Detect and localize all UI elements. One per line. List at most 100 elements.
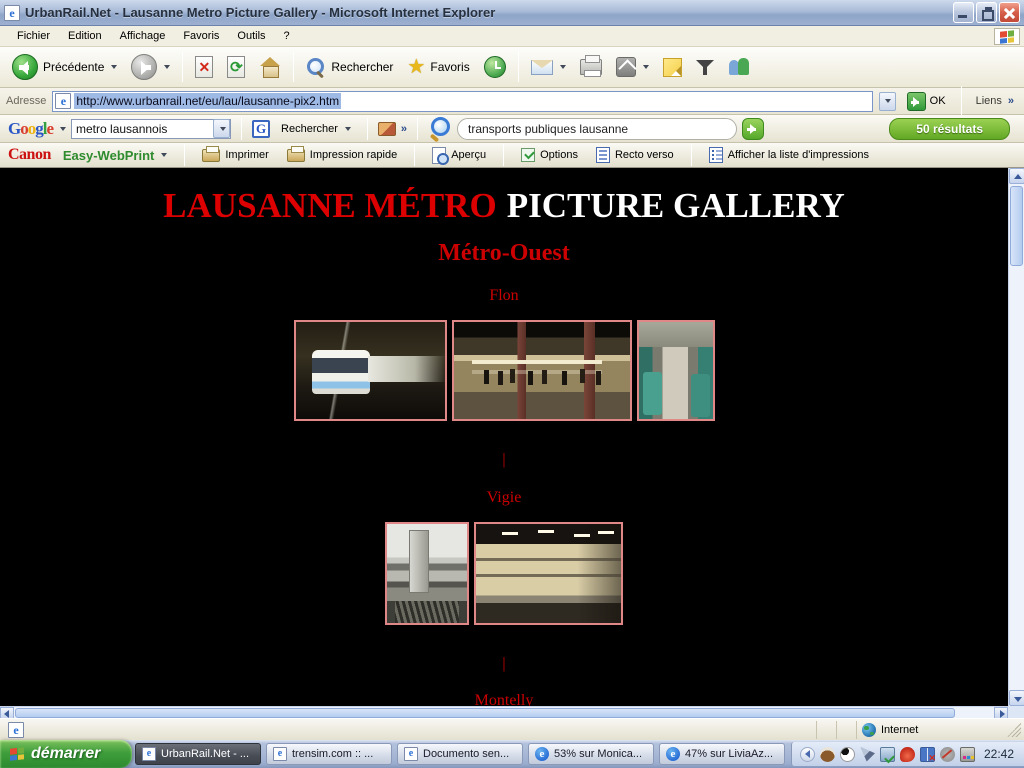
- links-menu[interactable]: Liens »: [972, 95, 1018, 107]
- task-documento[interactable]: e Documento sen...: [397, 743, 523, 765]
- forward-button[interactable]: [125, 50, 176, 84]
- zone-label: Internet: [881, 724, 918, 736]
- note-icon: [663, 58, 682, 77]
- close-button[interactable]: [999, 2, 1020, 23]
- google-toolbar: Google metro lausannois G Rechercher » t…: [0, 115, 1024, 143]
- windows-logo: [994, 28, 1020, 45]
- print-list-button[interactable]: Afficher la liste d'impressions: [703, 145, 875, 165]
- toolbar-separator: [293, 52, 294, 82]
- photo-flon-interior: [637, 320, 715, 421]
- back-label: Précédente: [43, 60, 104, 74]
- google-search-label: Rechercher: [281, 123, 338, 135]
- address-dropdown-button[interactable]: [879, 92, 896, 111]
- back-button[interactable]: Précédente: [6, 50, 123, 84]
- google-chevron-icon[interactable]: »: [401, 123, 407, 135]
- horizontal-scrollbar[interactable]: [0, 706, 1008, 718]
- google-news-icon[interactable]: [378, 122, 396, 136]
- toolbar-separator: [691, 144, 692, 166]
- quick-print-button[interactable]: Impression rapide: [281, 147, 403, 164]
- mail-dropdown-icon: [560, 65, 566, 69]
- history-button[interactable]: [478, 52, 512, 82]
- edit-button[interactable]: [610, 53, 655, 81]
- start-button[interactable]: démarrer: [0, 740, 132, 768]
- favicon-ie-page-icon: e: [55, 93, 71, 109]
- print-list-icon: [709, 147, 723, 163]
- scroll-up-button[interactable]: [1009, 168, 1024, 184]
- ie-page-icon: e: [273, 747, 287, 761]
- menu-edition[interactable]: Edition: [59, 27, 111, 45]
- home-button[interactable]: [253, 53, 287, 81]
- menu-favoris[interactable]: Favoris: [174, 27, 228, 45]
- toolbar-separator: [417, 118, 418, 140]
- google-query-dropdown[interactable]: [213, 119, 230, 138]
- menu-outils[interactable]: Outils: [228, 27, 274, 45]
- tray-collapse-button[interactable]: [800, 747, 815, 762]
- research-button[interactable]: [690, 54, 720, 80]
- preview-button[interactable]: Aperçu: [426, 145, 492, 166]
- pointer-tray-icon[interactable]: [860, 747, 875, 762]
- task-urbanrail[interactable]: e UrbanRail.Net - ...: [135, 743, 261, 765]
- print-button[interactable]: [574, 55, 608, 79]
- ie-e-icon: e: [666, 747, 680, 761]
- refresh-button[interactable]: ⟳: [221, 52, 251, 82]
- download-manager-icon[interactable]: [900, 747, 915, 762]
- java-tray-icon[interactable]: [820, 747, 835, 762]
- panda-antivirus-icon[interactable]: [840, 747, 855, 762]
- duplex-icon: [596, 147, 610, 163]
- url-text-selected[interactable]: http://www.urbanrail.net/eu/lau/lausanne…: [74, 93, 341, 109]
- google-search-input[interactable]: metro lausannois: [71, 119, 231, 139]
- address-input[interactable]: e http://www.urbanrail.net/eu/lau/lausan…: [52, 91, 872, 112]
- scrollbar-corner: [1008, 706, 1024, 718]
- print-button-canon[interactable]: Imprimer: [196, 147, 274, 164]
- task-download-livia[interactable]: e 47% sur LiviaAz...: [659, 743, 785, 765]
- search-button[interactable]: Rechercher: [300, 53, 399, 81]
- page-title-red: LAUSANNE MÉTRO: [163, 186, 497, 225]
- discuss-button[interactable]: [657, 54, 688, 81]
- toolbar-separator: [241, 118, 242, 140]
- resize-grip[interactable]: [1007, 723, 1021, 737]
- stop-button[interactable]: ✕: [189, 52, 219, 82]
- restore-button[interactable]: [976, 2, 997, 23]
- forward-dropdown-icon: [164, 65, 170, 69]
- menu-fichier[interactable]: Fichier: [8, 27, 59, 45]
- canon-logo: Canon: [8, 146, 51, 164]
- secondary-search-input[interactable]: transports publiques lausanne: [457, 118, 737, 140]
- google-g-icon: G: [252, 120, 270, 138]
- ie-page-icon: e: [142, 747, 156, 761]
- results-count-button[interactable]: 50 résultats: [889, 118, 1010, 140]
- vertical-scrollbar[interactable]: [1008, 168, 1024, 706]
- google-logo[interactable]: Google: [8, 119, 53, 139]
- mail-button[interactable]: [525, 56, 572, 79]
- internet-zone-icon: [862, 723, 876, 737]
- horizontal-scroll-thumb[interactable]: [15, 708, 955, 718]
- chevron-down-icon: [161, 153, 167, 157]
- scroll-down-button[interactable]: [1009, 690, 1024, 706]
- google-dropdown-icon[interactable]: [60, 127, 66, 131]
- title-bar: e UrbanRail.Net - Lausanne Metro Picture…: [0, 0, 1024, 26]
- go-button[interactable]: OK: [902, 90, 951, 113]
- desktop-search-icon[interactable]: [428, 117, 452, 141]
- go-arrow-icon: [907, 92, 926, 111]
- printer-tray-icon[interactable]: [960, 747, 975, 762]
- windows-update-icon[interactable]: [880, 747, 895, 762]
- favorites-button[interactable]: ★ Favoris: [401, 53, 475, 81]
- volume-muted-icon[interactable]: [940, 747, 955, 762]
- minimize-button[interactable]: [953, 2, 974, 23]
- google-search-button[interactable]: Rechercher: [275, 119, 357, 139]
- vertical-scroll-thumb[interactable]: [1010, 186, 1023, 266]
- chevron-right-icon: »: [1008, 95, 1014, 107]
- messenger-button[interactable]: [722, 53, 756, 81]
- menu-aide[interactable]: ?: [275, 27, 299, 45]
- network-offline-icon[interactable]: [920, 747, 935, 762]
- secondary-search-go-button[interactable]: [742, 118, 764, 140]
- menu-affichage[interactable]: Affichage: [111, 27, 175, 45]
- easy-webprint-menu[interactable]: Easy-WebPrint: [57, 146, 174, 165]
- toolbar-separator: [414, 144, 415, 166]
- duplex-button[interactable]: Recto verso: [590, 145, 680, 165]
- task-trensim[interactable]: e trensim.com :: ...: [266, 743, 392, 765]
- vigie-photo-row: [0, 522, 1008, 625]
- task-download-monica[interactable]: e 53% sur Monica...: [528, 743, 654, 765]
- print-icon: [580, 59, 602, 75]
- status-pane-small: [817, 721, 837, 739]
- options-button[interactable]: Options: [515, 146, 584, 164]
